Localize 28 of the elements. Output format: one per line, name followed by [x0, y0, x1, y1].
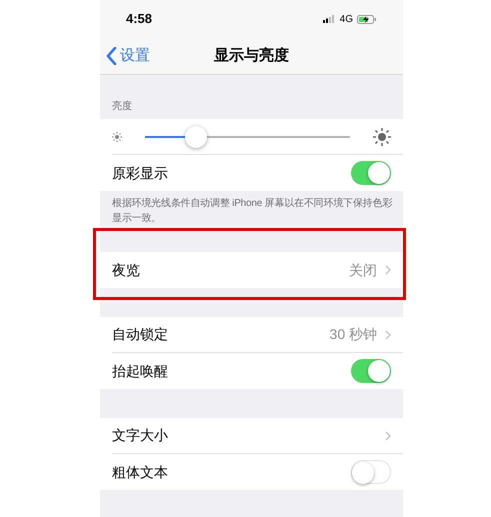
settings-row[interactable]: 文字大小 — [112, 418, 403, 454]
row-label: 夜览 — [112, 260, 141, 280]
row-label: 原彩显示 — [112, 164, 169, 182]
settings-row[interactable]: 自动锁定 30 秒钟 — [112, 317, 403, 353]
signal-icon — [322, 15, 336, 23]
small-sun-icon — [112, 132, 122, 142]
row-value: 关闭 — [349, 260, 377, 280]
chevron-icon — [385, 265, 391, 275]
row-value: 30 秒钟 — [330, 325, 377, 344]
toggle-switch[interactable] — [351, 161, 391, 185]
row-label: 文字大小 — [112, 426, 169, 445]
row-label: 抬起唤醒 — [112, 362, 169, 380]
large-sun-icon — [373, 128, 391, 146]
back-chevron-icon — [106, 47, 117, 65]
chevron-icon — [385, 330, 391, 340]
chevron-icon — [385, 430, 391, 440]
section-header: 亮度 — [112, 100, 132, 114]
toggle-switch[interactable] — [351, 359, 391, 383]
status-time: 4:58 — [126, 10, 152, 28]
row-label: 粗体文本 — [112, 462, 169, 482]
back-button[interactable]: 设置 — [100, 44, 150, 68]
slider-thumb[interactable] — [185, 126, 208, 148]
toggle-switch[interactable] — [351, 460, 391, 484]
row-label: 自动锁定 — [112, 325, 169, 344]
section-footer: 根据环境光线条件自动调整 iPhone 屏幕以在不同环境下保持色彩显示一致。 — [112, 196, 395, 226]
screen-title: 显示与亮度 — [214, 46, 289, 66]
battery-icon — [357, 14, 377, 24]
network-label: 4G — [340, 12, 353, 26]
